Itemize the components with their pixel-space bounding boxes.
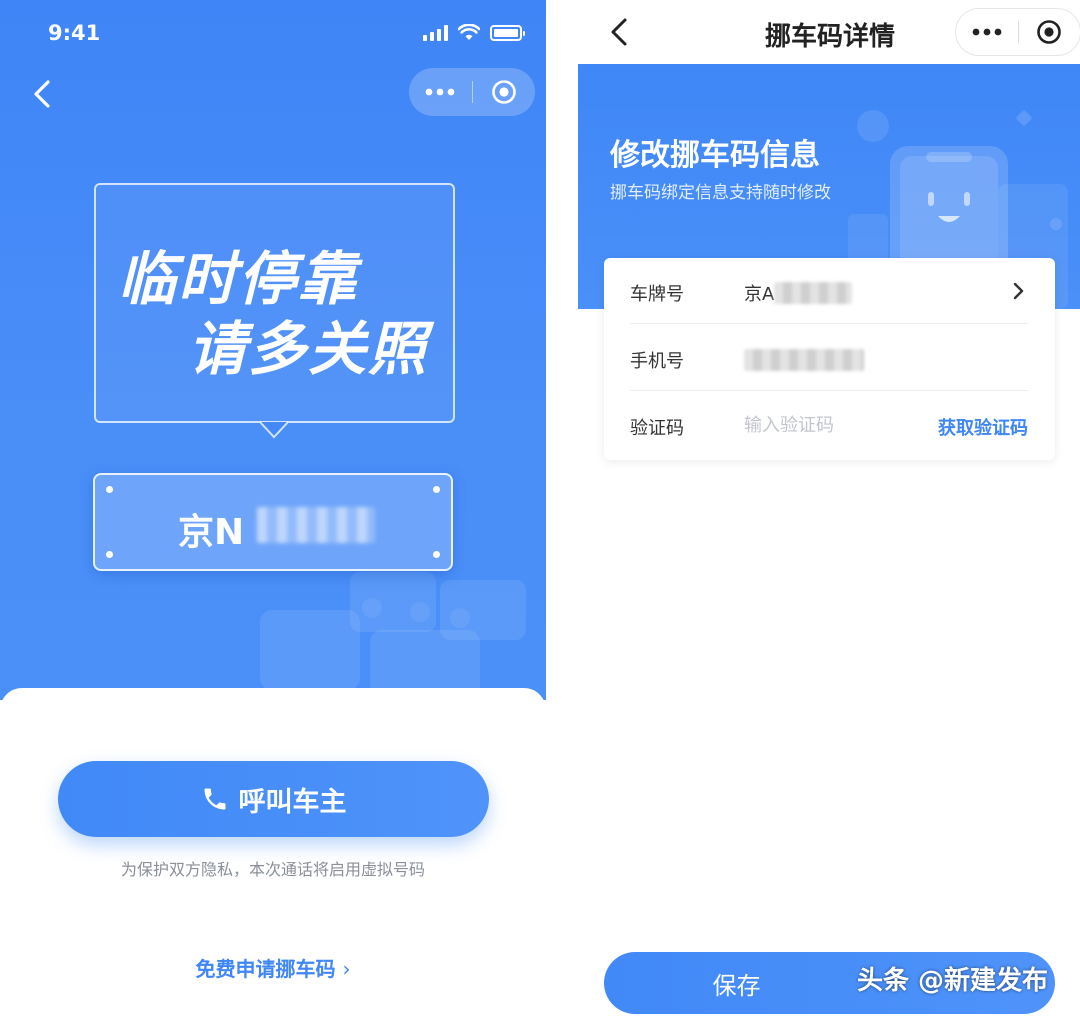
apply-code-label: 免费申请挪车码 [195, 957, 336, 981]
banner-subtitle: 挪车码绑定信息支持随时修改 [610, 183, 831, 203]
mini-program-capsule [409, 68, 535, 116]
signal-icon [423, 25, 448, 41]
plate-number-redacted [257, 507, 375, 543]
plate-number-row[interactable]: 车牌号 京A [630, 258, 1028, 324]
status-time: 9:41 [48, 21, 101, 45]
screen-code-detail: 挪车码详情 修改挪车码信息 挪车码绑定信息支持随时修改 车牌号 京A 手机号 验… [547, 0, 1080, 1019]
plate-number-redacted [774, 282, 852, 304]
parking-illustration [260, 572, 526, 700]
slogan-line-2: 请多关照 [188, 315, 429, 383]
get-code-button[interactable]: 获取验证码 [938, 414, 1028, 440]
banner-title: 修改挪车码信息 [610, 138, 820, 173]
back-icon [34, 80, 50, 108]
call-owner-button[interactable]: 呼叫车主 [58, 761, 489, 837]
target-circle-icon [491, 80, 516, 104]
privacy-note: 为保护双方隐私，本次通话将启用虚拟号码 [120, 860, 425, 879]
navigation-bar: 挪车码详情 [547, 0, 1080, 64]
info-form-card: 车牌号 京A 手机号 验证码 获取验证码 [604, 258, 1055, 460]
plate-rivet [433, 551, 440, 558]
mini-program-capsule [955, 8, 1080, 56]
plate-rivet [433, 486, 440, 493]
bubble-tail [260, 421, 288, 439]
watermark: 头条 @新建发布 [857, 966, 1049, 996]
phone-icon [204, 788, 225, 810]
chevron-right-icon[interactable] [1008, 280, 1028, 302]
verification-code-row: 验证码 获取验证码 [630, 392, 1028, 458]
plate-rivet [106, 551, 113, 558]
apply-code-link[interactable]: 免费申请挪车码 › [0, 953, 546, 982]
more-button[interactable] [409, 68, 472, 116]
close-mini-program-button[interactable] [472, 68, 535, 116]
close-mini-program-button[interactable] [1018, 8, 1080, 56]
more-dots-icon [425, 88, 455, 96]
back-button[interactable] [24, 74, 64, 114]
phone-number-row: 手机号 [630, 325, 1028, 391]
plate-number-label: 车牌号 [630, 284, 684, 305]
call-owner-label: 呼叫车主 [238, 786, 347, 818]
screen-call-owner: 9:41 临时停靠 请多关照 京N 呼叫车主 为保护双方隐私，本次通话将启用虚拟… [0, 0, 546, 1019]
plate-prefix: 京N [178, 512, 245, 553]
chevron-right-icon: › [342, 957, 351, 981]
hero-panel: 9:41 临时停靠 请多关照 京N [0, 0, 546, 700]
phone-number-label: 手机号 [630, 351, 684, 372]
plate-number-value: 京A [744, 284, 775, 305]
battery-icon [490, 25, 525, 41]
verification-code-label: 验证码 [630, 418, 684, 439]
target-circle-icon [1037, 20, 1062, 44]
plate-rivet [106, 486, 113, 493]
status-icons [423, 24, 525, 41]
license-plate: 京N [93, 473, 453, 571]
wifi-icon [458, 24, 480, 40]
status-bar: 9:41 [0, 0, 546, 66]
more-button[interactable] [956, 8, 1018, 56]
more-dots-icon [972, 28, 1002, 36]
verification-code-input[interactable] [744, 410, 914, 440]
save-label: 保存 [712, 971, 761, 1000]
phone-number-redacted [744, 349, 864, 371]
